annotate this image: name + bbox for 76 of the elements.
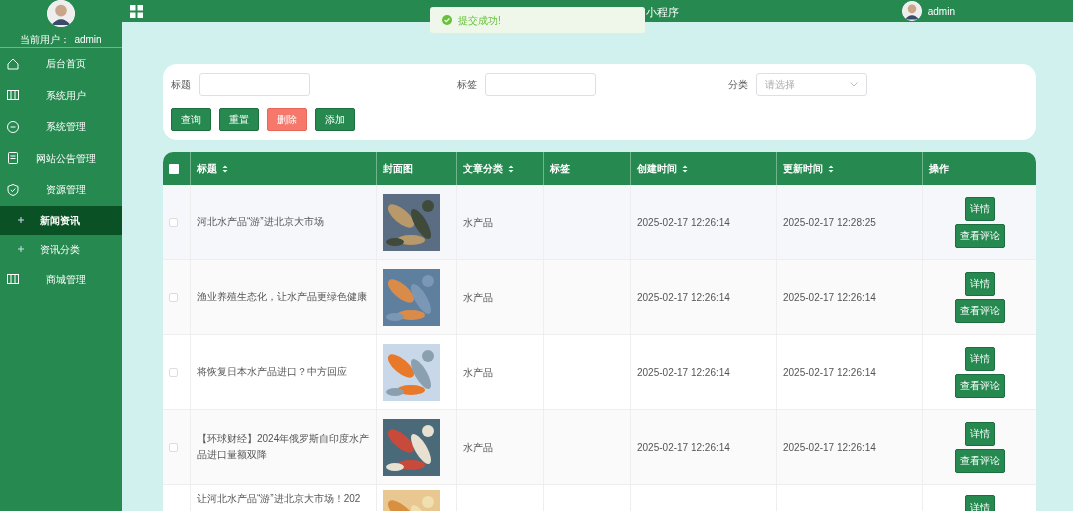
field-label: 标题 <box>171 78 191 92</box>
title-text: 河北水产品“游”进北京大市场 <box>197 215 325 229</box>
avatar <box>47 0 75 27</box>
date-text: 2025-02-17 12:26:14 <box>637 440 730 455</box>
column-header[interactable]: 更新时间 <box>777 152 923 185</box>
date-text: 2025-02-17 12:26:14 <box>637 215 730 230</box>
submenu-item[interactable]: 新闻资讯 <box>0 205 122 235</box>
grid-menu-icon[interactable] <box>130 4 143 18</box>
sort-icon[interactable] <box>222 164 228 173</box>
comments-button[interactable]: 查看评论 <box>954 373 1005 398</box>
reset-button[interactable]: 重置 <box>219 108 259 131</box>
comments-button[interactable]: 查看评论 <box>954 298 1005 323</box>
row-checkbox[interactable] <box>169 217 178 227</box>
row-checkbox[interactable] <box>169 367 178 377</box>
comments-button[interactable]: 查看评论 <box>954 448 1005 473</box>
details-button[interactable]: 详情 <box>964 196 995 221</box>
date-text: 2025-02-17 12:26:14 <box>783 440 876 455</box>
select-field[interactable]: 请选择 <box>756 73 867 96</box>
shield-icon <box>6 182 20 197</box>
details-button[interactable]: 详情 <box>964 346 995 371</box>
date-text: 2025-02-17 12:26:14 <box>783 365 876 380</box>
column-header[interactable]: 创建时间 <box>631 152 777 185</box>
title-text: 【环球财经】2024年俄罗斯自印度水产品进口量额双降 <box>197 432 371 462</box>
text-field[interactable] <box>485 73 596 96</box>
date-text: 2025-02-17 12:26:14 <box>637 365 730 380</box>
category-text: 水产品 <box>463 365 493 380</box>
category-text: 水产品 <box>463 290 493 305</box>
toast-message: 提交成功! <box>458 13 501 28</box>
category-text: 水产品 <box>463 440 493 455</box>
menu-item[interactable]: 系统用户 <box>0 79 122 111</box>
menu-item[interactable]: 资源管理 <box>0 174 122 206</box>
column-header[interactable]: 文章分类 <box>457 152 544 185</box>
column-header[interactable]: 标题 <box>191 152 377 185</box>
columns-icon <box>6 272 20 287</box>
column-header[interactable]: 封面图 <box>377 152 457 185</box>
submenu-item[interactable]: 资讯分类 <box>0 234 122 264</box>
add-button[interactable]: 添加 <box>315 108 355 131</box>
success-icon <box>442 15 452 25</box>
details-button[interactable]: 详情 <box>964 271 995 296</box>
avatar <box>901 1 922 21</box>
chat-icon <box>6 119 20 134</box>
document-icon <box>6 151 20 166</box>
delete-button[interactable]: 删除 <box>267 108 307 131</box>
chevron-down-icon <box>850 82 858 87</box>
date-text: 2025-02-17 12:26:14 <box>637 290 730 305</box>
row-checkbox[interactable] <box>169 292 178 302</box>
date-text: 2025-02-17 12:26:14 <box>783 290 876 305</box>
details-button[interactable]: 详情 <box>964 495 995 511</box>
field-label: 标签 <box>457 78 477 92</box>
home-icon <box>6 56 20 71</box>
select-all-checkbox[interactable] <box>169 163 179 174</box>
comments-button[interactable]: 查看评论 <box>954 223 1005 248</box>
columns-icon <box>6 88 20 103</box>
column-header[interactable]: 操作 <box>923 152 1036 185</box>
user-label: 当前用户： <box>20 34 71 45</box>
row-checkbox[interactable] <box>169 442 178 452</box>
app-title: 小程序 <box>646 5 679 20</box>
header-user-name[interactable]: admin <box>927 3 955 19</box>
sort-icon[interactable] <box>828 164 834 173</box>
title-text: 渔业养殖生态化，让水产品更绿色健康 <box>197 290 368 304</box>
date-text: 2025-02-17 12:28:25 <box>783 215 876 230</box>
search-button[interactable]: 查询 <box>171 108 211 131</box>
text-field[interactable] <box>199 73 310 96</box>
sort-icon[interactable] <box>508 164 514 173</box>
sort-icon[interactable] <box>682 164 688 173</box>
menu-item[interactable]: 商城管理 <box>0 263 122 295</box>
title-text: 让河北水产品“游”进北京大市场！202 <box>197 492 362 506</box>
field-label: 分类 <box>728 78 748 92</box>
menu-item[interactable]: 后台首页 <box>0 48 122 80</box>
menu-item[interactable]: 系统管理 <box>0 111 122 143</box>
details-button[interactable]: 详情 <box>964 421 995 446</box>
user-name: admin <box>74 34 102 45</box>
category-text: 水产品 <box>463 215 493 230</box>
menu-item[interactable]: 网站公告管理 <box>0 142 122 174</box>
title-text: 将恢复日本水产品进口？中方回应 <box>197 365 348 379</box>
column-header[interactable]: 标签 <box>544 152 631 185</box>
